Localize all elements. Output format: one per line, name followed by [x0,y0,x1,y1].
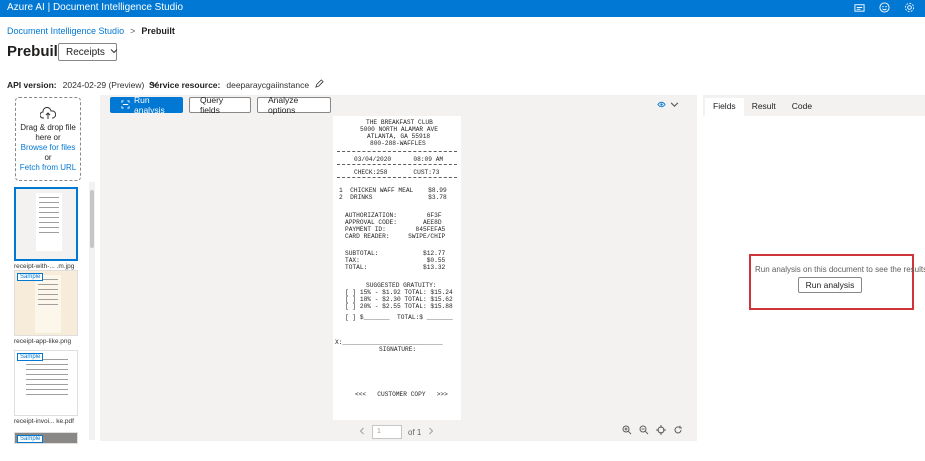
empty-results-message: Run analysis on this document to see the… [755,265,925,274]
receipt-line: [ ] $_______ TOTAL:$ _______ [345,314,453,321]
thumbnail-caption: receipt-app-like.png [14,338,72,345]
service-resource-label: Service resource: [149,79,221,90]
document-viewer: Run analysis Query fields Analyze option… [100,95,697,441]
receipt-line: X:___________________________ [335,339,443,346]
model-dropdown[interactable]: Receipts [58,43,118,61]
upload-dropzone[interactable]: Drag & drop file here or Browse for file… [15,97,81,181]
receipt-line: TOTAL: $13.32 [345,264,446,271]
feedback-icon[interactable] [854,2,865,13]
receipt-line: TAX: $0.55 [345,257,446,264]
run-analysis-label: Run analysis [134,95,165,115]
receipt-line: AUTHORIZATION: 6F3F [345,212,442,219]
upload-text-2: here or [35,133,61,142]
results-pane: Fields Result Code Run analysis on this … [703,95,925,441]
receipt-line: [ ] 15% - $1.92 TOTAL: $15.24 [345,289,453,296]
receipt-line: <<< CUSTOMER COPY >>> [355,391,448,398]
breadcrumb-root-link[interactable]: Document Intelligence Studio [7,26,124,36]
gear-icon[interactable] [904,2,915,13]
chevron-down-icon [670,100,679,112]
analyze-options-button[interactable]: Analyze options [257,95,331,115]
chevron-down-icon [110,47,118,58]
receipt-line: THE BREAKFAST CLUB [366,119,433,126]
rotate-icon[interactable] [673,425,683,438]
thumbnail-caption: receipt-invoi... ke.pdf [14,418,74,425]
receipt-line: ATLANTA, GA 55918 [367,133,431,140]
chevron-left-icon[interactable] [358,427,366,437]
sample-badge: Sample [17,435,44,443]
receipt-divider [337,177,457,178]
receipt-line: 1 CHICKEN WAFF MEAL $8.99 [339,187,447,194]
browse-files-link[interactable]: Browse for files [16,143,80,153]
zoom-in-icon[interactable] [622,425,632,438]
receipt-divider [337,164,457,165]
thumbnail-item[interactable]: receipt-with-... .m.jpg [14,187,80,270]
receipt-line: 5000 NORTH ALAMAR AVE [360,126,438,133]
file-pane: Drag & drop file here or Browse for file… [0,95,100,444]
breadcrumb: Document Intelligence Studio > Prebuilt [7,26,175,36]
api-version-value: 2024-02-29 (Preview) [62,79,145,90]
cloud-upload-icon [16,107,80,121]
fetch-url-link[interactable]: Fetch from URL [16,163,80,173]
receipt-line: [ ] 20% - $2.55 TOTAL: $15.88 [345,303,453,310]
run-analysis-button[interactable]: Run analysis [110,95,183,115]
receipt-line: SIGNATURE: [379,346,417,353]
receipt-line: [ ] 18% - $2.30 TOTAL: $15.62 [345,296,453,303]
visibility-toggle[interactable] [657,100,679,112]
zoom-out-icon[interactable] [639,425,649,438]
tab-fields[interactable]: Fields [705,98,744,116]
scan-icon [121,99,130,111]
edit-pencil-icon[interactable] [315,79,324,90]
thumbnail-item[interactable]: Sample [14,432,80,444]
thumbnail-item[interactable]: Sample receipt-app-like.png [14,270,80,345]
api-version[interactable]: API version: 2024-02-29 (Preview) [7,79,159,90]
thumbnail-image [14,187,78,261]
results-tabs: Fields Result Code [703,95,925,116]
breadcrumb-current: Prebuilt [141,26,175,36]
page-count: of 1 [408,427,422,437]
receipt-line: CARD READER: SWIPE/CHIP [345,233,446,240]
scrollbar-thumb[interactable] [90,190,94,248]
upload-or: or [44,153,52,162]
app-title: Azure AI | Document Intelligence Studio [7,2,184,13]
page-number-input[interactable]: 1 [372,425,402,439]
receipt-line: APPROVAL CODE: AEE8D [345,219,442,226]
model-dropdown-value: Receipts [66,46,105,58]
api-version-label: API version: [7,79,57,90]
receipt-line: SUGGESTED GRATUITY: [366,282,437,289]
breadcrumb-separator: > [130,26,136,36]
service-resource: Service resource: deeparaycgaiinstance [149,79,324,90]
pager: 1 of 1 [358,425,435,439]
tab-result[interactable]: Result [744,98,784,116]
receipt-line: CHECK:258 CUST:73 [354,169,440,176]
receipt-line: 03/04/2020 08:09 AM [354,156,444,163]
receipt-line: 2 DRINKS $3.78 [339,194,447,201]
viewer-toolbar: Run analysis Query fields Analyze option… [110,95,331,115]
zoom-controls [622,425,683,438]
receipt-line: 800-288-WAFFLES [370,140,426,147]
upload-text-1: Drag & drop file [20,123,76,132]
top-bar-icons [854,2,915,13]
sample-badge: Sample [17,273,44,281]
receipt-document: THE BREAKFAST CLUB 5000 NORTH ALAMAR AVE… [333,116,461,420]
receipt-line: SUBTOTAL: $12.77 [345,250,446,257]
chevron-right-icon[interactable] [427,427,435,437]
smiley-icon[interactable] [879,2,890,13]
run-analysis-secondary-button[interactable]: Run analysis [798,277,862,293]
fit-to-page-icon[interactable] [656,425,666,438]
thumbnail-item[interactable]: Sample receipt-invoi... ke.pdf [14,350,80,425]
service-resource-value: deeparaycgaiinstance [226,79,310,90]
sample-badge: Sample [17,353,44,361]
page-title: Prebuilt [7,43,63,60]
tab-code[interactable]: Code [784,98,820,116]
thumbnail-scrollbar[interactable] [89,182,95,440]
eye-icon [657,100,666,112]
receipt-divider [337,151,457,152]
query-fields-button[interactable]: Query fields [189,95,251,115]
top-bar: Azure AI | Document Intelligence Studio [0,0,925,17]
receipt-line: PAYMENT ID: 845FEFA5 [345,226,446,233]
thumbnail-caption: receipt-with-... .m.jpg [14,263,75,270]
